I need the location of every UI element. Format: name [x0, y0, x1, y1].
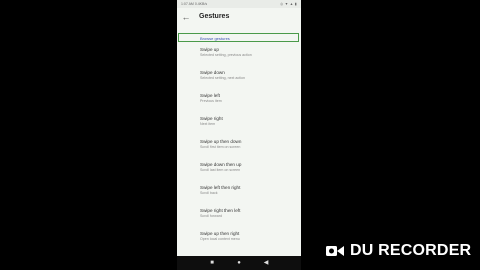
gesture-item[interactable]: Swipe down then up Scroll last item on sc… [200, 162, 300, 182]
browse-gestures-label: Browse gestures [200, 35, 230, 41]
gesture-item-subtitle: Selected setting, next action [200, 76, 245, 80]
arrow-back-icon[interactable]: ← [181, 12, 191, 22]
gesture-item[interactable]: Swipe right then left Scroll forward [200, 208, 300, 228]
back-button[interactable]: ◀ [261, 258, 271, 268]
status-bar: 1:07 AM 0.4KB/s ◎ ▼ ▲ ▮ [177, 0, 301, 8]
gesture-item[interactable]: Swipe up then down Scroll first item on s… [200, 139, 300, 159]
gesture-item[interactable]: Swipe left then right Scroll back [200, 185, 300, 205]
recorder-watermark: DU RECORDER [350, 242, 472, 259]
nav-bar: ■ ● ◀ [177, 256, 301, 270]
gesture-item[interactable]: Swipe up then right Open local context me… [200, 231, 300, 251]
phone-screen: 1:07 AM 0.4KB/s ◎ ▼ ▲ ▮ ← Gestures Brows… [177, 0, 301, 270]
page-title: Gestures [199, 13, 230, 20]
gesture-item[interactable]: Swipe down Selected setting, next action [200, 70, 300, 90]
gesture-item-subtitle: Selected setting, previous action [200, 53, 252, 57]
status-time: 1:07 AM 0.4KB/s [181, 2, 208, 6]
app-bar: ← Gestures [177, 8, 301, 28]
recents-button[interactable]: ■ [207, 258, 217, 268]
gesture-item-subtitle: Scroll back [200, 191, 218, 195]
status-icons: ◎ ▼ ▲ ▮ [280, 2, 297, 6]
gesture-item-subtitle: Scroll forward [200, 214, 222, 218]
gesture-item-subtitle: Scroll last item on screen [200, 168, 241, 172]
gesture-item[interactable]: Swipe up Selected setting, previous actio… [200, 47, 300, 67]
home-button[interactable]: ● [234, 258, 244, 268]
browse-gestures-row[interactable]: Browse gestures [178, 33, 299, 42]
camera-icon [326, 244, 344, 258]
gesture-item[interactable]: Swipe left Previous item [200, 93, 300, 113]
gesture-item-subtitle: Open local context menu [200, 237, 240, 241]
gesture-item-subtitle: Previous item [200, 99, 222, 103]
gesture-item-subtitle: Next item [200, 122, 216, 126]
gesture-item-subtitle: Scroll first item on screen [200, 145, 241, 149]
gesture-item[interactable]: Swipe right Next item [200, 116, 300, 136]
